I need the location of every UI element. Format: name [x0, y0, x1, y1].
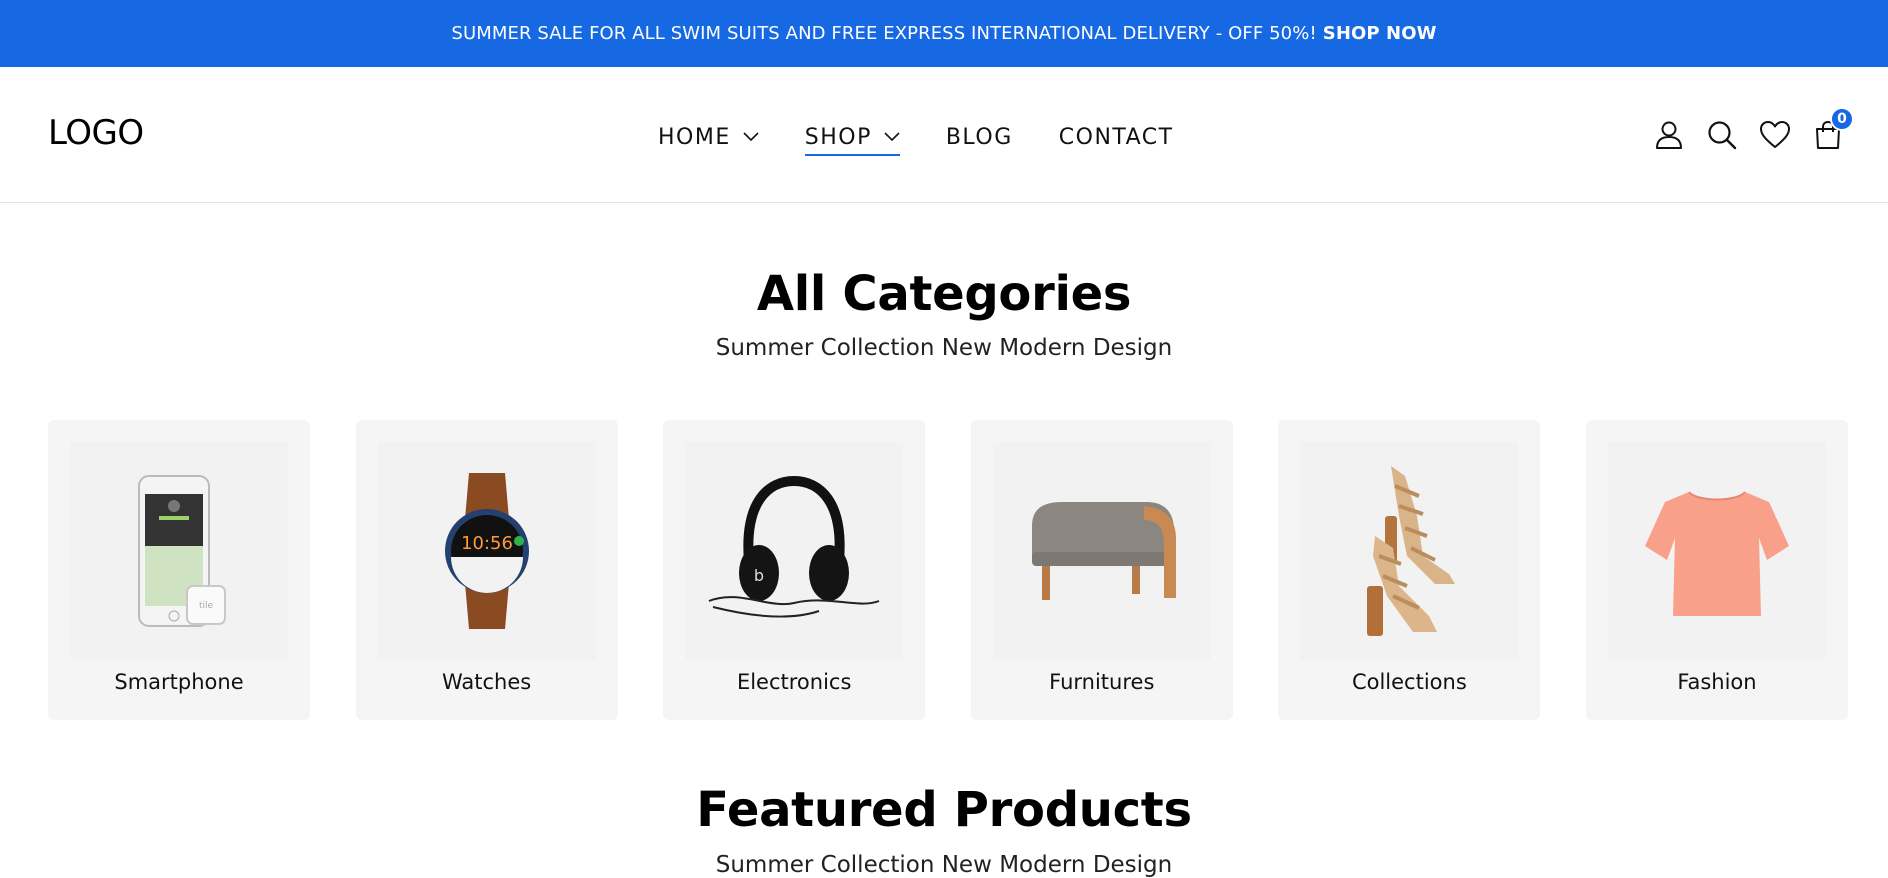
user-icon[interactable]: [1649, 115, 1689, 155]
nav-item-contact[interactable]: CONTACT: [1059, 125, 1174, 150]
category-label: Furnitures: [1049, 670, 1155, 694]
featured-title: Featured Products: [696, 782, 1192, 838]
category-card-smartphone[interactable]: tile Smartphone: [48, 420, 310, 720]
ottoman-image: [992, 442, 1211, 660]
headphones-image: b: [685, 442, 904, 660]
search-icon[interactable]: [1702, 115, 1742, 155]
category-card-collections[interactable]: Collections: [1278, 420, 1541, 720]
smartphone-image: tile: [70, 442, 288, 660]
logo[interactable]: LOGO: [48, 113, 144, 153]
category-label: Watches: [441, 670, 532, 694]
nav-item-blog[interactable]: BLOG: [946, 125, 1013, 150]
category-card-fashion[interactable]: Fashion: [1585, 420, 1848, 720]
chevron-down-icon: [743, 132, 759, 142]
heart-icon[interactable]: [1755, 115, 1795, 155]
header-icons: 0: [1636, 107, 1854, 155]
featured-subtitle: Summer Collection New Modern Design: [715, 852, 1173, 878]
category-label: Smartphone: [114, 670, 244, 694]
bag-icon[interactable]: 0: [1808, 107, 1854, 155]
nav-item-home[interactable]: HOME: [658, 125, 759, 150]
nav-label: SHOP: [804, 124, 872, 150]
svg-text:tile: tile: [199, 601, 214, 611]
shop-now-link[interactable]: SHOP NOW: [1323, 23, 1437, 44]
category-label: Fashion: [1677, 670, 1757, 694]
chevron-down-icon: [884, 132, 900, 142]
svg-text:b: b: [754, 566, 764, 585]
tshirt-image: [1607, 442, 1826, 660]
category-card-watches[interactable]: 10:56 Watches: [355, 420, 618, 720]
cart-count-badge: 0: [1830, 107, 1854, 131]
nav-label: BLOG: [945, 124, 1013, 150]
category-card-electronics[interactable]: b Electronics: [663, 420, 926, 720]
category-label: Electronics: [736, 670, 852, 694]
sandals-image: [1300, 442, 1519, 660]
category-grid: tile Smartphone 10:56 Watches b Electron…: [48, 420, 1848, 720]
announcement-bar: SUMMER SALE FOR ALL SWIM SUITS AND FREE …: [0, 0, 1888, 67]
nav-label: HOME: [658, 124, 731, 150]
main-nav: HOME SHOP BLOG CONTACT: [658, 119, 1174, 156]
categories-title: All Categories: [756, 266, 1132, 322]
site-header: LOGO HOME SHOP BLOG CONTACT 0: [0, 67, 1888, 203]
category-card-furnitures[interactable]: Furnitures: [970, 420, 1233, 720]
category-label: Collections: [1351, 670, 1467, 694]
nav-label: CONTACT: [1058, 124, 1174, 150]
watch-image: 10:56: [377, 442, 596, 660]
announcement-text: SUMMER SALE FOR ALL SWIM SUITS AND FREE …: [451, 23, 1317, 44]
categories-subtitle: Summer Collection New Modern Design: [715, 335, 1173, 361]
nav-item-shop[interactable]: SHOP: [804, 124, 900, 156]
svg-text:10:56: 10:56: [461, 533, 513, 554]
